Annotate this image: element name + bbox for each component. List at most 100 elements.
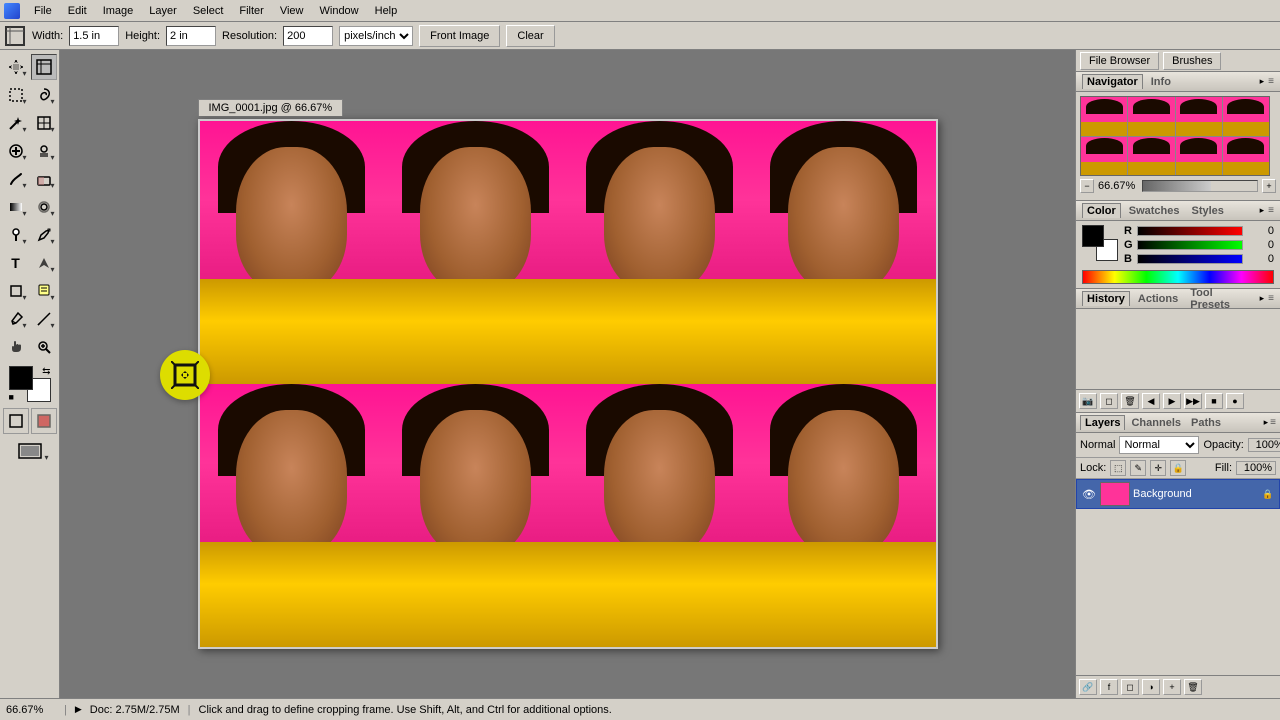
- standard-mode[interactable]: [3, 408, 29, 434]
- blue-slider[interactable]: [1137, 254, 1243, 264]
- link-layers-button[interactable]: 🔗: [1079, 679, 1097, 695]
- fill-input[interactable]: [1236, 461, 1276, 475]
- navigator-tab[interactable]: Navigator: [1082, 74, 1143, 89]
- step-forward-button[interactable]: ▶: [1163, 393, 1181, 409]
- color-expand[interactable]: ▸: [1260, 205, 1265, 216]
- hand-tool[interactable]: [3, 334, 29, 360]
- pixels-per-select[interactable]: pixels/inch pixels/cm: [339, 26, 413, 46]
- screen-mode-button[interactable]: ▾: [9, 438, 51, 464]
- step-backward-button[interactable]: ◀: [1142, 393, 1160, 409]
- opacity-input[interactable]: [1248, 438, 1280, 452]
- add-mask-button[interactable]: ◻: [1121, 679, 1139, 695]
- dodge-tool[interactable]: ▾: [3, 222, 29, 248]
- styles-tab[interactable]: Styles: [1187, 204, 1227, 218]
- layers-tab[interactable]: Layers: [1080, 415, 1125, 430]
- menu-edit[interactable]: Edit: [60, 3, 95, 19]
- stop-recording-button[interactable]: ■: [1205, 393, 1223, 409]
- delete-layer-button[interactable]: 🗑: [1184, 679, 1202, 695]
- status-arrow-button[interactable]: ▶: [75, 704, 82, 715]
- menu-help[interactable]: Help: [367, 3, 406, 19]
- begin-recording-button[interactable]: ●: [1226, 393, 1244, 409]
- history-tab[interactable]: History: [1082, 291, 1130, 306]
- paths-tab[interactable]: Paths: [1187, 416, 1225, 430]
- front-image-button[interactable]: Front Image: [419, 25, 500, 47]
- swatches-tab[interactable]: Swatches: [1125, 204, 1184, 218]
- lock-transparent-pixels[interactable]: ⬚: [1110, 460, 1126, 476]
- menu-select[interactable]: Select: [185, 3, 232, 19]
- lock-all[interactable]: 🔒: [1170, 460, 1186, 476]
- menu-view[interactable]: View: [272, 3, 312, 19]
- measure-tool[interactable]: ▾: [31, 306, 57, 332]
- green-slider[interactable]: [1137, 240, 1243, 250]
- menu-filter[interactable]: Filter: [231, 3, 271, 19]
- navigator-menu[interactable]: ≡: [1268, 76, 1274, 87]
- history-menu[interactable]: ≡: [1268, 293, 1274, 304]
- crop-tool[interactable]: [31, 54, 57, 80]
- color-tab[interactable]: Color: [1082, 203, 1121, 218]
- actions-tab[interactable]: Actions: [1134, 292, 1182, 306]
- channels-tab[interactable]: Channels: [1127, 416, 1185, 430]
- notes-tool[interactable]: ▾: [31, 278, 57, 304]
- delete-state-button[interactable]: 🗑: [1121, 393, 1139, 409]
- type-tool[interactable]: T: [3, 250, 29, 276]
- zoom-slider[interactable]: [1142, 180, 1258, 192]
- navigator-expand[interactable]: ▸: [1260, 76, 1265, 87]
- eraser-tool[interactable]: ▾: [31, 166, 57, 192]
- width-input[interactable]: [69, 26, 119, 46]
- tool-presets-tab[interactable]: Tool Presets: [1186, 286, 1255, 312]
- clear-button[interactable]: Clear: [506, 25, 554, 47]
- new-snapshot-button[interactable]: 📷: [1079, 393, 1097, 409]
- menu-layer[interactable]: Layer: [141, 3, 185, 19]
- red-slider[interactable]: [1137, 226, 1243, 236]
- brushes-button[interactable]: Brushes: [1163, 52, 1221, 70]
- blend-mode-select[interactable]: NormalMultiplyScreen: [1119, 436, 1199, 454]
- history-expand[interactable]: ▸: [1260, 293, 1265, 304]
- eyedropper-tool[interactable]: ▾: [3, 306, 29, 332]
- healing-tool[interactable]: ▾: [3, 138, 29, 164]
- lock-image-pixels[interactable]: ✎: [1130, 460, 1146, 476]
- menu-window[interactable]: Window: [312, 3, 367, 19]
- shape-tool[interactable]: ▾: [3, 278, 29, 304]
- menu-file[interactable]: File: [26, 3, 60, 19]
- canvas-tab[interactable]: IMG_0001.jpg @ 66.67%: [198, 99, 344, 116]
- height-input[interactable]: [166, 26, 216, 46]
- resolution-input[interactable]: [283, 26, 333, 46]
- path-select-tool[interactable]: ▾: [31, 250, 57, 276]
- slice-tool[interactable]: ▾: [31, 110, 57, 136]
- move-tool[interactable]: ▾: [3, 54, 29, 80]
- color-menu[interactable]: ≡: [1268, 205, 1274, 216]
- color-fg-bg[interactable]: [1082, 225, 1118, 261]
- swap-colors-icon[interactable]: ⇆: [42, 366, 50, 377]
- zoom-tool[interactable]: [31, 334, 57, 360]
- file-browser-button[interactable]: File Browser: [1080, 52, 1159, 70]
- add-layer-style-button[interactable]: f: [1100, 679, 1118, 695]
- layers-expand[interactable]: ▸: [1264, 417, 1269, 428]
- layer-visibility-toggle[interactable]: 👁: [1081, 486, 1097, 502]
- zoom-out-button[interactable]: −: [1080, 179, 1094, 193]
- quick-mask-mode[interactable]: [31, 408, 57, 434]
- stamp-tool[interactable]: ▾: [31, 138, 57, 164]
- layers-menu[interactable]: ≡: [1270, 417, 1276, 428]
- marquee-tool[interactable]: ▾: [3, 82, 29, 108]
- history-brush-tool[interactable]: ▾: [3, 166, 29, 192]
- magic-wand-tool[interactable]: ▾: [3, 110, 29, 136]
- reset-colors-icon[interactable]: ■: [9, 392, 14, 402]
- menu-image[interactable]: Image: [95, 3, 142, 19]
- new-layer-button[interactable]: +: [1163, 679, 1181, 695]
- foreground-background-colors[interactable]: ⇆ ■: [9, 366, 51, 402]
- history-play-button[interactable]: ▶▶: [1184, 393, 1202, 409]
- background-layer[interactable]: 👁 Background 🔒: [1076, 479, 1280, 509]
- blur-tool[interactable]: ▾: [31, 194, 57, 220]
- info-tab[interactable]: Info: [1147, 75, 1175, 89]
- color-spectrum-bar[interactable]: [1082, 270, 1274, 284]
- zoom-in-button[interactable]: +: [1262, 179, 1276, 193]
- pen-tool[interactable]: ▾: [31, 222, 57, 248]
- gradient-tool[interactable]: ▾: [3, 194, 29, 220]
- new-fill-layer-button[interactable]: ◑: [1142, 679, 1160, 695]
- color-foreground-square[interactable]: [1082, 225, 1104, 247]
- foreground-color-swatch[interactable]: [9, 366, 33, 390]
- lasso-tool[interactable]: ▾: [31, 82, 57, 108]
- lock-position[interactable]: ✛: [1150, 460, 1166, 476]
- new-document-from-state-button[interactable]: ◻: [1100, 393, 1118, 409]
- canvas-area[interactable]: IMG_0001.jpg @ 66.67%: [60, 50, 1075, 698]
